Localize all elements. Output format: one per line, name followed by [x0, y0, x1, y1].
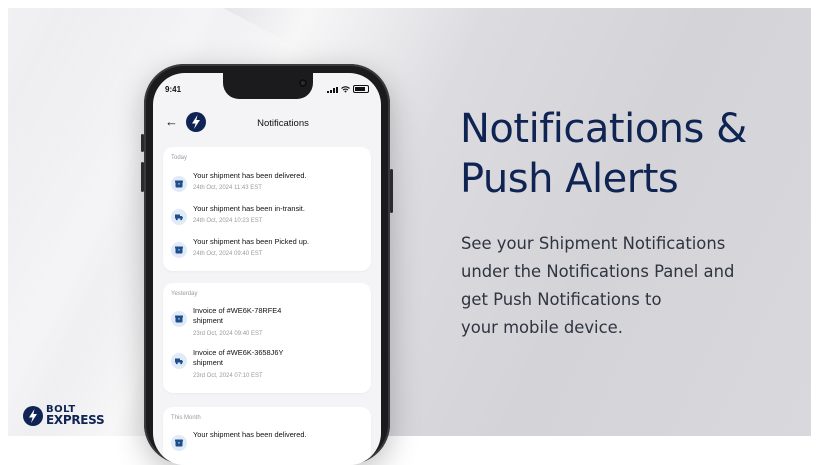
description-line: get Push Notifications to	[461, 290, 662, 309]
wifi-icon	[341, 86, 350, 93]
notification-item[interactable]: Your shipment has been delivered. 24th O…	[171, 171, 367, 199]
headline: Notifications & Push Alerts	[460, 104, 800, 204]
notification-time: 23rd Oct, 2024 09:40 EST	[193, 331, 263, 337]
notification-item[interactable]: Invoice of #WE6K-3658J6Y shipment 23rd O…	[171, 348, 367, 386]
notification-title: Invoice of #WE6K-3658J6Y shipment	[193, 348, 284, 367]
truck-icon	[171, 209, 187, 225]
phone-screen: 9:41 ← Notifications Today Your shipment…	[153, 73, 381, 465]
notification-group-this-month: This Month Your shipment has been delive…	[163, 407, 371, 465]
signal-icon	[327, 87, 338, 93]
nav-bar: ← Notifications	[153, 107, 381, 137]
phone-mockup: 9:41 ← Notifications Today Your shipment…	[141, 64, 393, 465]
notification-title: Your shipment has been Picked up.	[193, 237, 310, 246]
phone-mute-button	[141, 134, 144, 152]
canvas: 9:41 ← Notifications Today Your shipment…	[0, 0, 816, 465]
bolt-logo-icon	[23, 406, 43, 426]
notification-time: 24th Oct, 2024 09:40 EST	[193, 251, 263, 257]
description-line: under the Notifications Panel and	[461, 262, 735, 281]
notification-title: Your shipment has been in-transit.	[193, 204, 305, 213]
notification-item[interactable]: Your shipment has been delivered.	[171, 430, 367, 458]
box-icon	[171, 176, 187, 192]
notification-title: Invoice of #WE6K-78RFE4 shipment	[193, 306, 282, 325]
brand-line: EXPRESS	[46, 413, 105, 427]
status-time: 9:41	[165, 85, 182, 94]
description: See your Shipment Notifications under th…	[461, 230, 791, 342]
brand-logo: BOLT EXPRESS	[22, 404, 122, 430]
page-title: Notifications	[257, 118, 309, 129]
back-arrow-icon[interactable]: ←	[165, 115, 178, 128]
notification-item[interactable]: Invoice of #WE6K-78RFE4 shipment 23rd Oc…	[171, 306, 367, 344]
notification-item[interactable]: Your shipment has been Picked up. 24th O…	[171, 237, 367, 265]
notification-group-yesterday: Yesterday Invoice of #WE6K-78RFE4 shipme…	[163, 283, 371, 393]
notification-time: 23rd Oct, 2024 07:10 EST	[193, 373, 263, 379]
brand-wordmark: BOLT EXPRESS	[46, 404, 105, 427]
notification-item[interactable]: Your shipment has been in-transit. 24th …	[171, 204, 367, 232]
notification-title: Your shipment has been delivered.	[193, 171, 307, 180]
notification-group-today: Today Your shipment has been delivered. …	[163, 147, 371, 271]
truck-icon	[171, 353, 187, 369]
group-label: Today	[171, 155, 188, 161]
box-icon	[171, 435, 187, 451]
group-label: Yesterday	[171, 291, 198, 297]
group-label: This Month	[171, 415, 201, 421]
box-icon	[171, 242, 187, 258]
status-icons	[327, 85, 369, 93]
description-line: your mobile device.	[461, 318, 623, 337]
notification-title: Your shipment has been delivered.	[193, 430, 307, 439]
phone-volume-up-button	[141, 162, 144, 192]
camera-icon	[299, 79, 307, 87]
box-icon	[171, 311, 187, 327]
headline-line: Push Alerts	[460, 156, 679, 202]
background	[8, 8, 811, 436]
phone-power-button	[390, 169, 393, 213]
headline-line: Notifications &	[460, 106, 747, 152]
notification-time: 24th Oct, 2024 11:43 EST	[193, 185, 262, 191]
notification-time: 24th Oct, 2024 10:23 EST	[193, 218, 263, 224]
battery-icon	[353, 85, 369, 93]
bolt-logo-icon	[186, 112, 206, 132]
description-line: See your Shipment Notifications	[461, 234, 726, 253]
phone-notch	[223, 73, 313, 99]
